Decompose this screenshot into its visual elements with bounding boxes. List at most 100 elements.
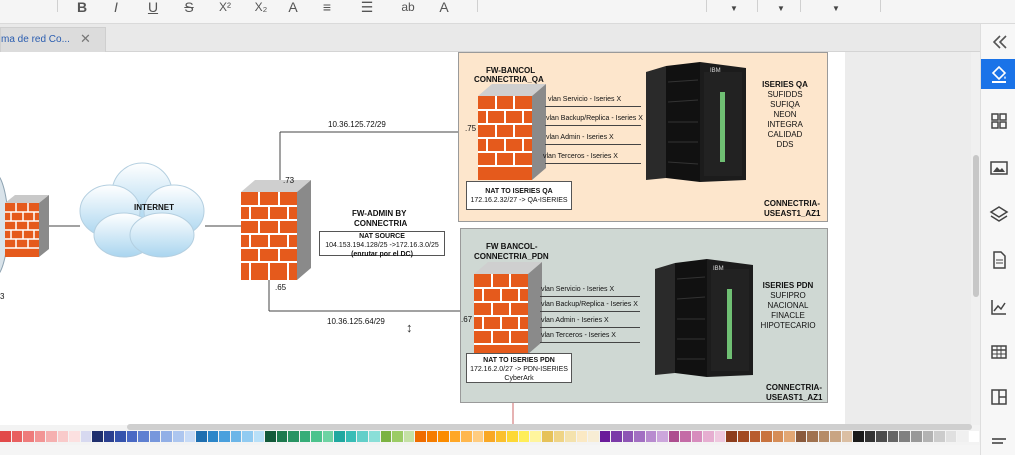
color-swatch[interactable] [922,431,934,442]
color-swatch[interactable] [830,431,841,442]
color-swatch[interactable] [553,431,565,442]
layers-icon[interactable] [981,199,1015,229]
chevron-down-icon[interactable]: ▼ [777,4,785,13]
color-swatch[interactable] [253,431,265,442]
color-swatch[interactable] [714,431,726,442]
iseries-qa-server-icon[interactable]: IBM [646,62,746,184]
color-swatch[interactable] [207,431,219,442]
layout-icon[interactable] [981,382,1015,412]
color-swatch[interactable] [887,431,899,442]
close-icon[interactable]: ✕ [80,31,91,47]
list-button[interactable]: ☰ [358,0,376,14]
color-swatch[interactable] [369,431,380,442]
color-swatch[interactable] [449,431,461,442]
color-swatch[interactable] [910,431,922,442]
color-swatch[interactable] [599,431,611,442]
color-swatch[interactable] [172,431,184,442]
color-swatch[interactable] [934,431,945,442]
color-swatch[interactable] [484,431,495,442]
color-swatch[interactable] [611,431,622,442]
chevron-down-icon[interactable]: ▼ [832,4,840,13]
firewall-pdn-icon[interactable] [474,262,542,354]
color-swatch[interactable] [657,431,668,442]
color-swatch[interactable] [92,431,103,442]
color-swatch[interactable] [265,431,276,442]
color-swatch[interactable] [841,431,853,442]
color-swatch[interactable] [46,431,57,442]
color-swatch[interactable] [507,431,518,442]
collapse-icon[interactable] [981,27,1015,57]
color-swatch[interactable] [968,431,980,442]
color-swatch[interactable] [461,431,472,442]
text-effect-button[interactable]: A [436,0,452,14]
italic-button[interactable]: I [108,0,124,14]
color-swatch[interactable] [184,431,196,442]
color-swatch[interactable] [34,431,46,442]
color-swatch[interactable] [772,431,784,442]
underline-button[interactable]: U [145,0,161,14]
color-swatch[interactable] [322,431,334,442]
color-swatch[interactable] [138,431,149,442]
color-swatch[interactable] [149,431,161,442]
color-swatch[interactable] [945,431,957,442]
nat-qa-box[interactable]: NAT TO ISERIES QA 172.16.2.32/27 -> QA-I… [466,181,572,210]
color-swatch[interactable] [0,431,11,442]
color-swatch[interactable] [634,431,645,442]
color-swatch[interactable] [69,431,80,442]
color-swatch[interactable] [472,431,484,442]
table-icon[interactable] [981,337,1015,367]
color-swatch[interactable] [357,431,368,442]
grid-icon[interactable] [981,106,1015,136]
strikethrough-button[interactable]: S [181,0,197,14]
color-swatch[interactable] [726,431,737,442]
paint-bucket-icon[interactable] [981,59,1015,89]
color-swatch[interactable] [680,431,691,442]
chart-icon[interactable] [981,292,1015,322]
color-swatch[interactable] [645,431,657,442]
subscript-button[interactable]: X₂ [250,0,272,14]
color-swatch[interactable] [80,431,92,442]
iseries-pdn-server-icon[interactable]: IBM [655,259,753,379]
firewall-qa-icon[interactable] [478,84,546,180]
color-swatch[interactable] [853,431,864,442]
firewall-icon[interactable] [5,195,49,257]
color-swatch[interactable] [415,431,426,442]
color-swatch[interactable] [795,431,807,442]
color-swatch[interactable] [784,431,795,442]
document-icon[interactable] [981,245,1015,275]
color-swatch[interactable] [311,431,322,442]
color-swatch[interactable] [196,431,207,442]
menu-icon[interactable] [981,426,1015,455]
color-swatch[interactable] [622,431,634,442]
color-swatch[interactable] [392,431,403,442]
font-color-button[interactable]: A [285,0,301,14]
diagram-canvas[interactable]: 3 INTERNET .73 .65 10.36.125.72/29 10.36… [0,52,845,425]
color-swatch[interactable] [588,431,599,442]
nat-source-box[interactable]: NAT SOURCE 104.153.194.128/25 ->172.16.3… [319,231,445,258]
color-swatch[interactable] [761,431,772,442]
color-swatch[interactable] [380,431,392,442]
color-swatch[interactable] [518,431,530,442]
color-swatch[interactable] [57,431,69,442]
superscript-button[interactable]: X² [214,0,236,14]
color-swatch[interactable] [334,431,345,442]
color-swatch[interactable] [288,431,299,442]
color-swatch[interactable] [738,431,749,442]
color-swatch[interactable] [576,431,588,442]
bold-button[interactable]: B [74,0,90,14]
color-swatch[interactable] [899,431,910,442]
color-swatch[interactable] [749,431,761,442]
color-swatch[interactable] [242,431,253,442]
color-swatch[interactable] [126,431,138,442]
color-swatch[interactable] [276,431,288,442]
color-swatch[interactable] [219,431,230,442]
color-swatch[interactable] [703,431,714,442]
line-spacing-button[interactable]: ≡ [318,0,336,14]
color-swatch[interactable] [818,431,830,442]
image-icon[interactable] [981,153,1015,183]
color-swatch[interactable] [530,431,541,442]
color-swatch[interactable] [691,431,703,442]
vertical-scrollbar[interactable] [973,155,979,297]
color-swatch[interactable] [11,431,23,442]
color-swatch[interactable] [345,431,357,442]
